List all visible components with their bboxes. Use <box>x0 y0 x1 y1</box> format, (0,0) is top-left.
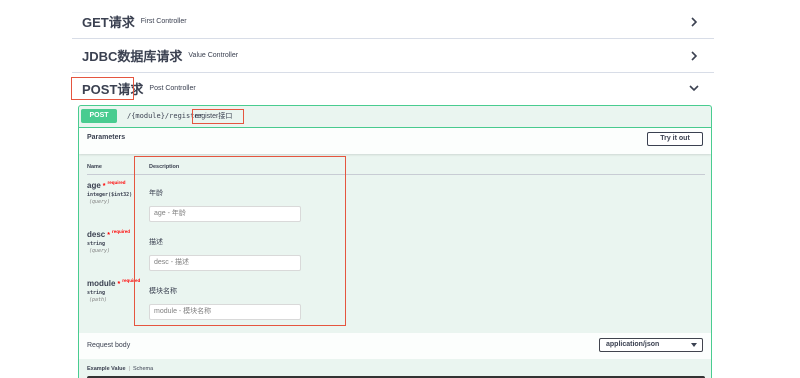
try-it-out-button[interactable]: Try it out <box>647 132 703 146</box>
request-body-header: Request body application/json <box>79 333 711 359</box>
tag-description: Post Controller <box>149 84 196 92</box>
highlight-box-description <box>134 156 346 326</box>
tag-section-get[interactable]: GET请求 First Controller <box>72 5 714 39</box>
param-name: module *required <box>87 278 141 288</box>
dropdown-arrow-icon <box>691 343 697 347</box>
content-type-select[interactable]: application/json <box>599 338 703 352</box>
param-location: (query) <box>89 248 111 254</box>
chevron-right-icon[interactable] <box>688 50 700 62</box>
chevron-down-icon[interactable] <box>688 82 700 94</box>
tab-schema[interactable]: Schema <box>133 366 153 372</box>
param-type: string <box>87 241 106 247</box>
param-name: age *required <box>87 180 126 190</box>
method-badge: POST <box>81 109 117 123</box>
param-location: (path) <box>89 297 108 303</box>
column-header-name: Name <box>87 164 102 170</box>
example-tabs: Example Value | Schema <box>87 366 153 372</box>
tab-example-value[interactable]: Example Value <box>87 366 126 372</box>
tag-section-jdbc[interactable]: JDBC数据库请求 Value Controller <box>72 39 714 73</box>
parameters-header: Parameters Try it out <box>79 128 711 154</box>
tag-name: GET请求 <box>82 15 135 30</box>
tab-separator: | <box>128 366 130 372</box>
param-name: desc *required <box>87 229 130 239</box>
request-body-title: Request body <box>87 342 131 349</box>
param-type: integer($int32) <box>87 192 133 198</box>
chevron-right-icon[interactable] <box>688 16 700 28</box>
operation-summary[interactable]: POST /{module}/register register接口 <box>79 106 711 128</box>
tag-description: Value Controller <box>188 52 239 59</box>
tag-name: JDBC数据库请求 <box>82 49 183 64</box>
highlight-box-summary <box>192 109 244 124</box>
highlight-box-post-tag <box>71 77 134 100</box>
content-type-value: application/json <box>606 341 660 348</box>
tag-section-post[interactable]: POST请求 Post Controller <box>72 71 714 105</box>
param-location: (query) <box>89 199 111 205</box>
param-type: string <box>87 290 106 296</box>
tag-description: First Controller <box>140 18 187 25</box>
parameters-tab[interactable]: Parameters <box>87 134 125 141</box>
